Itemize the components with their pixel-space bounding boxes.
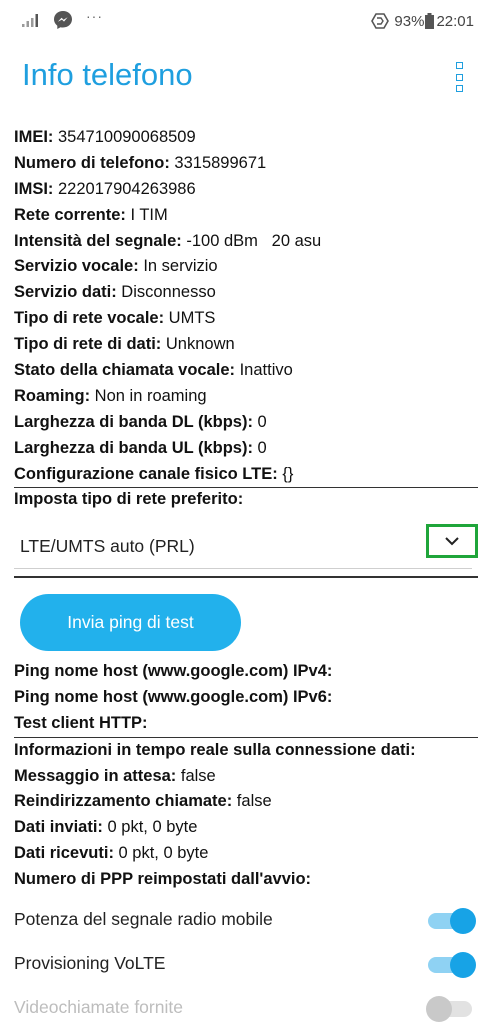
info-row-data-service: Servizio dati: Disconnesso	[14, 283, 216, 302]
info-row-voice-network-type: Tipo di rete vocale: UMTS	[14, 309, 216, 328]
messenger-icon	[54, 11, 72, 29]
info-row-ul-bandwidth: Larghezza di banda UL (kbps): 0	[14, 438, 267, 457]
info-row-dl-bandwidth: Larghezza di banda DL (kbps): 0	[14, 412, 267, 431]
toggle-row-video-calling: Videochiamate fornite	[14, 988, 478, 1028]
app-bar: Info telefono	[0, 40, 492, 120]
battery-icon	[425, 13, 435, 29]
page-title: Info telefono	[22, 57, 193, 92]
mobile-radio-power-switch[interactable]	[426, 908, 478, 934]
nfc-icon	[371, 13, 390, 29]
message-waiting-row: Messaggio in attesa: false	[14, 766, 216, 785]
info-row-voice-service: Servizio vocale: In servizio	[14, 257, 218, 276]
realtime-data-connection-row: Informazioni in tempo reale sulla connes…	[14, 740, 416, 759]
overflow-menu-icon[interactable]	[452, 62, 466, 92]
info-row-signal-strength: Intensità del segnale: -100 dBm 20 asu	[14, 231, 322, 250]
preferred-network-selected: LTE/UMTS auto (PRL)	[20, 536, 195, 556]
more-notifications-icon: ···	[86, 8, 103, 24]
info-row-imsi: IMSI: 222017904263986	[14, 179, 196, 198]
toggle-label: Provisioning VoLTE	[14, 953, 166, 973]
video-calling-switch	[426, 996, 478, 1022]
ping-ipv4-row: Ping nome host (www.google.com) IPv4:	[14, 662, 333, 680]
info-row-imei: IMEI: 354710090068509	[14, 128, 196, 146]
info-row-lte-channel-config: Configurazione canale fisico LTE: {}	[14, 462, 478, 489]
info-row-data-network-type: Tipo di rete di dati: Unknown	[14, 335, 235, 354]
toggle-label: Videochiamate fornite	[14, 997, 183, 1017]
signal-strength-icon	[22, 14, 38, 27]
dropdown-arrow-button[interactable]	[426, 524, 478, 558]
toggle-row-volte-provisioning[interactable]: Provisioning VoLTE	[14, 944, 478, 984]
preferred-network-label: Imposta tipo di rete preferito:	[14, 490, 244, 508]
chevron-down-icon	[445, 537, 459, 546]
connection-info-list: Ping nome host (www.google.com) IPv4: Pi…	[14, 659, 478, 893]
battery-percent: 93%	[394, 12, 425, 30]
ping-ipv6-row: Ping nome host (www.google.com) IPv6:	[14, 687, 333, 706]
clock: 22:01	[436, 12, 474, 30]
call-forwarding-row: Reindirizzamento chiamate: false	[14, 792, 272, 811]
data-received-row: Dati ricevuti: 0 pkt, 0 byte	[14, 844, 209, 863]
send-ping-test-button[interactable]: Invia ping di test	[20, 594, 241, 651]
info-row-call-state: Stato della chiamata vocale: Inattivo	[14, 361, 293, 380]
info-row-phone-number: Numero di telefono: 3315899671	[14, 153, 267, 172]
section-divider	[14, 576, 478, 578]
ppp-reset-count-row: Numero di PPP reimpostati dall'avvio:	[14, 870, 312, 889]
data-sent-row: Dati inviati: 0 pkt, 0 byte	[14, 818, 198, 837]
phone-info-list: IMEI: 354710090068509 Numero di telefono…	[14, 125, 478, 489]
toggle-label: Potenza del segnale radio mobile	[14, 909, 273, 929]
info-row-roaming: Roaming: Non in roaming	[14, 386, 207, 405]
preferred-network-dropdown[interactable]: LTE/UMTS auto (PRL)	[14, 524, 478, 569]
http-client-test-row: Test client HTTP:	[14, 711, 478, 738]
toggle-row-mobile-radio-power[interactable]: Potenza del segnale radio mobile	[14, 900, 478, 940]
volte-provisioning-switch[interactable]	[426, 952, 478, 978]
info-row-current-network: Rete corrente: I TIM	[14, 205, 168, 224]
status-right: 93% 22:01	[370, 10, 474, 32]
status-bar: ··· 93% 22:01	[0, 0, 492, 40]
